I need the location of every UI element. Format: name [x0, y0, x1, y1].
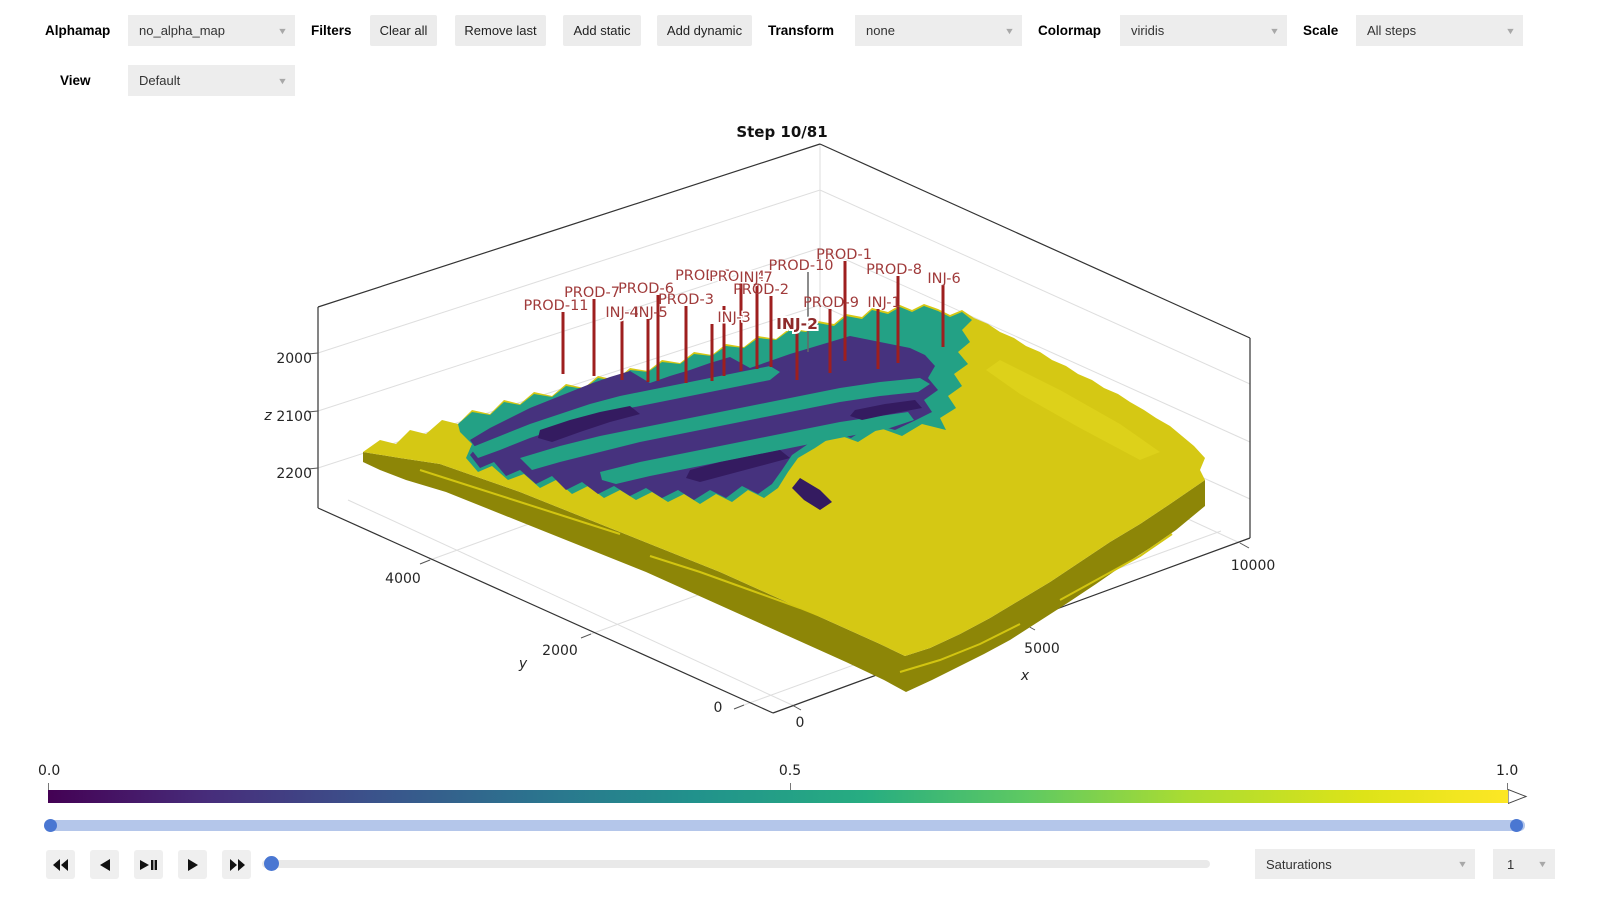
colorbar-mid-label: 0.5 — [768, 763, 812, 779]
well-label: PROD-2 — [733, 282, 789, 298]
play-icon — [186, 859, 200, 871]
chevron-down-icon: ▼ — [1537, 859, 1548, 869]
chevron-down-icon: ▼ — [1269, 26, 1280, 36]
chevron-down-icon: ▼ — [1457, 859, 1468, 869]
play-pause-button[interactable] — [134, 850, 163, 879]
fast-forward-icon — [229, 859, 245, 871]
y-tick-label: 2000 — [542, 643, 578, 659]
time-slider-handle[interactable] — [264, 856, 279, 871]
chevron-down-icon: ▼ — [1505, 26, 1516, 36]
colorbar-arrow-icon — [1508, 789, 1528, 804]
play-button[interactable] — [178, 850, 207, 879]
add-dynamic-button[interactable]: Add dynamic — [657, 15, 752, 46]
y-axis-ticks: 4000 2000 0 y — [385, 571, 722, 716]
filters-label: Filters — [311, 15, 352, 46]
well-label: PROD-3 — [658, 292, 714, 308]
field-dropdown-value: Saturations — [1266, 857, 1332, 872]
play-pause-icon — [140, 859, 157, 871]
step-range-slider-track[interactable] — [45, 820, 1525, 831]
chevron-down-icon: ▼ — [277, 76, 288, 86]
view-label: View — [60, 65, 91, 96]
step-dropdown[interactable]: 1 ▼ — [1493, 849, 1555, 879]
fast-backward-icon — [53, 859, 69, 871]
z-tick-label: 2000 — [276, 351, 312, 367]
y-tick-label: 0 — [714, 700, 723, 716]
colormap-label: Colormap — [1038, 15, 1101, 46]
y-axis-label: y — [518, 656, 528, 672]
step-dropdown-value: 1 — [1507, 857, 1514, 872]
view-dropdown-value: Default — [139, 73, 180, 88]
clear-all-button[interactable]: Clear all — [370, 15, 437, 46]
scale-dropdown-value: All steps — [1367, 23, 1416, 38]
add-static-button[interactable]: Add static — [563, 15, 641, 46]
well-label: PROD-8 — [866, 262, 922, 278]
field-dropdown[interactable]: Saturations ▼ — [1255, 849, 1475, 879]
chevron-down-icon: ▼ — [1004, 26, 1015, 36]
colorbar-tick — [790, 783, 791, 790]
scale-dropdown[interactable]: All steps ▼ — [1356, 15, 1523, 46]
x-tick-label: 0 — [796, 715, 805, 730]
alphamap-dropdown[interactable]: no_alpha_map ▼ — [128, 15, 295, 46]
colormap-dropdown[interactable]: viridis ▼ — [1120, 15, 1287, 46]
remove-last-button[interactable]: Remove last — [455, 15, 546, 46]
transform-dropdown[interactable]: none ▼ — [855, 15, 1022, 46]
well-label: INJ-3 — [717, 310, 750, 326]
x-tick-label: 10000 — [1231, 558, 1276, 574]
view-dropdown[interactable]: Default ▼ — [128, 65, 295, 96]
time-slider-track[interactable] — [262, 860, 1210, 868]
colorbar-min-label: 0.0 — [38, 763, 60, 779]
well-label: PROD-9 — [803, 295, 859, 311]
colorbar-gradient — [48, 790, 1508, 803]
y-tick-label: 4000 — [385, 571, 421, 587]
transform-dropdown-value: none — [866, 23, 895, 38]
x-axis-label: x — [1020, 668, 1030, 684]
well-label: INJ-6 — [927, 271, 960, 287]
fast-forward-button[interactable] — [222, 850, 251, 879]
step-backward-button[interactable] — [90, 850, 119, 879]
z-axis-label: z — [263, 408, 272, 424]
alphamap-label: Alphamap — [45, 15, 110, 46]
well-label: PROD-1 — [816, 247, 872, 263]
colorbar-tick — [48, 783, 49, 790]
colorbar-max-label: 1.0 — [1496, 763, 1518, 779]
chevron-down-icon: ▼ — [277, 26, 288, 36]
colormap-dropdown-value: viridis — [1131, 23, 1164, 38]
transform-label: Transform — [768, 15, 834, 46]
alphamap-dropdown-value: no_alpha_map — [139, 23, 225, 38]
well-label-selected: INJ-2 — [776, 315, 818, 333]
z-tick-label: 2100 — [276, 409, 312, 425]
fast-backward-button[interactable] — [46, 850, 75, 879]
step-backward-icon — [98, 859, 112, 871]
scale-label: Scale — [1303, 15, 1338, 46]
z-tick-label: 2200 — [276, 466, 312, 482]
plot-canvas[interactable]: PROD-11 PROD-7 PROD-6 INJ-4 INJ-5 PROD-3… — [250, 110, 1310, 730]
well-label: INJ-1 — [867, 295, 900, 311]
z-axis-ticks: 2000 2100 2200 z — [263, 351, 312, 482]
x-tick-label: 5000 — [1024, 641, 1060, 657]
well-label: PROD-7 — [564, 285, 620, 301]
step-range-slider-handle-right[interactable] — [1510, 819, 1523, 832]
step-range-slider-handle-left[interactable] — [44, 819, 57, 832]
